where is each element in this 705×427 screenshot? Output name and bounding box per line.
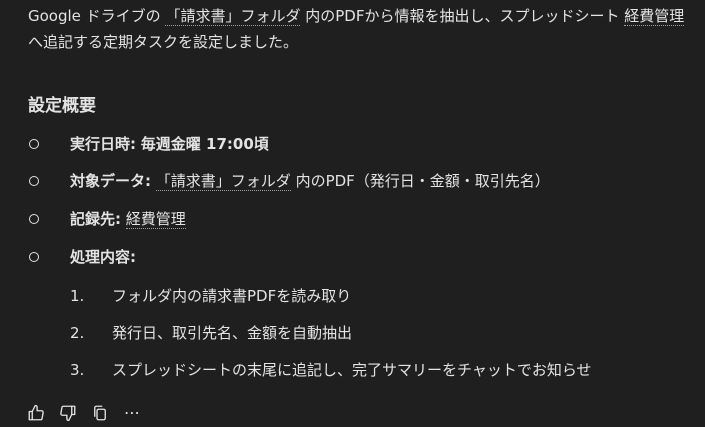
folder-link[interactable]: 「請求書」フォルダ — [165, 7, 301, 26]
spreadsheet-link[interactable]: 経費管理 — [125, 210, 186, 229]
step-text: 発行日、取引先名、金額を自動抽出 — [112, 324, 353, 342]
item-label: 処理内容 — [70, 248, 131, 266]
step-number: 3. — [70, 361, 85, 379]
bullet-marker — [29, 252, 39, 262]
thumbs-up-button[interactable] — [26, 403, 46, 423]
item-label: 実行日時 — [70, 135, 131, 153]
list-item-content: 記録先: 経費管理 — [70, 205, 186, 233]
item-label: 記録先 — [70, 210, 116, 228]
thumbs-down-button[interactable] — [58, 403, 78, 423]
list-item-destination: 記録先: 経費管理 — [0, 205, 705, 233]
copy-button[interactable] — [90, 403, 110, 423]
more-options-icon: ⋯ — [124, 403, 140, 422]
item-value: 内のPDF（発行日・金額・取引先名） — [290, 172, 550, 190]
thumbs-down-icon — [59, 404, 77, 422]
step-text: スプレッドシートの末尾に追記し、完了サマリーをチャットでお知らせ — [112, 361, 592, 379]
bullet-marker — [29, 139, 39, 149]
label-colon: : — [130, 248, 137, 266]
step-number: 2. — [70, 324, 85, 342]
response-actions: ⋯ — [26, 402, 142, 424]
label-colon: : — [115, 210, 122, 228]
intro-text: Google ドライブの — [28, 7, 166, 25]
step-number: 1. — [70, 287, 85, 305]
step-item: 2. 発行日、取引先名、金額を自動抽出 — [0, 319, 705, 347]
spreadsheet-link[interactable]: 経費管理 — [624, 7, 685, 26]
step-item: 1. フォルダ内の請求書PDFを読み取り — [0, 282, 705, 310]
intro-text: へ追記する定期タスクを設定しました。 — [28, 33, 299, 51]
intro-text: 内のPDFから情報を抽出し、スプレッドシート — [300, 7, 625, 25]
step-item: 3. スプレッドシートの末尾に追記し、完了サマリーをチャットでお知らせ — [0, 356, 705, 384]
label-colon: : — [145, 172, 152, 190]
list-item-content: 処理内容: — [70, 243, 136, 271]
list-item-target-data: 対象データ: 「請求書」フォルダ 内のPDF（発行日・金額・取引先名） — [0, 167, 705, 195]
item-value: 毎週金曜 17:00頃 — [140, 135, 269, 153]
list-item-content: 対象データ: 「請求書」フォルダ 内のPDF（発行日・金額・取引先名） — [70, 167, 550, 195]
section-heading: 設定概要 — [28, 96, 96, 116]
label-colon: : — [130, 135, 137, 153]
list-item-schedule: 実行日時: 毎週金曜 17:00頃 — [0, 130, 705, 158]
copy-icon — [91, 404, 109, 422]
thumbs-up-icon — [27, 404, 45, 422]
list-item-content: 実行日時: 毎週金曜 17:00頃 — [70, 130, 269, 158]
list-item-processing: 処理内容: — [0, 243, 705, 271]
bullet-marker — [29, 176, 39, 186]
more-options-button[interactable]: ⋯ — [122, 403, 142, 423]
folder-link[interactable]: 「請求書」フォルダ — [155, 172, 291, 191]
step-text: フォルダ内の請求書PDFを読み取り — [112, 287, 352, 305]
item-label: 対象データ — [70, 172, 146, 190]
bullet-marker — [29, 214, 39, 224]
intro-paragraph: Google ドライブの 「請求書」フォルダ 内のPDFから情報を抽出し、スプレ… — [28, 3, 698, 55]
